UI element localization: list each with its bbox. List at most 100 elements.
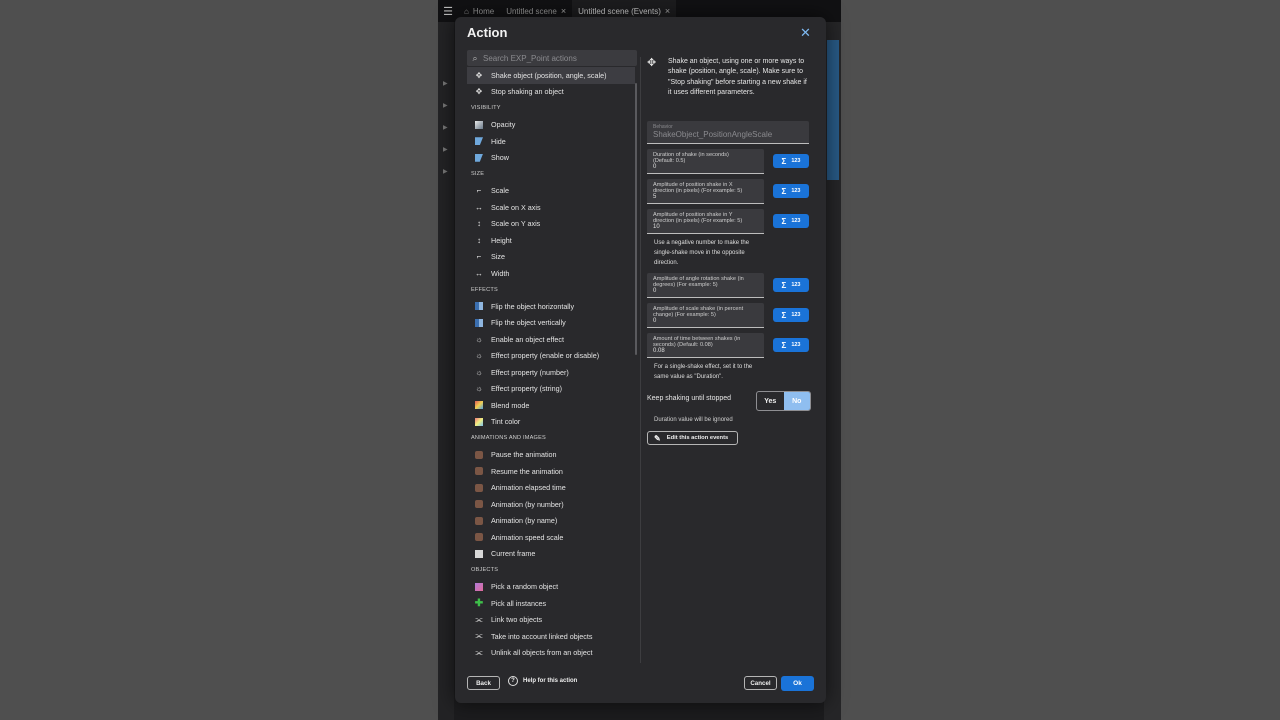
list-item[interactable]: ↔ Width [467, 265, 635, 282]
list-item[interactable]: ↕ Height [467, 232, 635, 249]
menu-icon[interactable]: ☰ [438, 5, 458, 18]
toggle-yes[interactable]: Yes [757, 392, 784, 410]
list-item[interactable]: ↔ Scale on X axis [467, 199, 635, 216]
list-item[interactable]: ⌐ Size [467, 249, 635, 266]
animation-icon [467, 467, 491, 476]
help-icon: ? [508, 676, 518, 686]
parameter-field[interactable]: Amount of time between shakes (in second… [647, 333, 764, 358]
close-icon[interactable]: ✕ [800, 25, 811, 41]
list-item-label: Blend mode [491, 400, 530, 410]
tint-icon [467, 417, 491, 426]
field-label: Amplitude of scale shake (in percent cha… [653, 306, 744, 318]
expression-editor-button[interactable]: Σ 123 [773, 184, 809, 198]
list-item[interactable]: Tint color [467, 414, 635, 431]
pick-random-icon [467, 582, 491, 591]
search-input[interactable]: ⌕ Search EXP_Point actions [467, 50, 637, 66]
parameter-field[interactable]: Amplitude of position shake in Y directi… [647, 209, 764, 234]
list-item[interactable]: Hide [467, 133, 635, 150]
back-button[interactable]: Back [467, 676, 500, 690]
expression-editor-button[interactable]: Σ 123 [773, 338, 809, 352]
sigma-icon: Σ [781, 340, 787, 350]
list-item[interactable]: Opacity [467, 117, 635, 134]
action-list[interactable]: ✥ Shake object (position, angle, scale) ✥ S… [467, 67, 635, 662]
edit-events-label: Edit this action events [666, 435, 729, 441]
chevron-right-icon[interactable]: ▶ [443, 124, 448, 131]
list-item[interactable]: ⫘ Unlink all objects from an object [467, 645, 635, 662]
panel-divider [640, 57, 641, 663]
chevron-right-icon[interactable]: ▶ [443, 168, 448, 175]
parameter-field[interactable]: Amplitude of scale shake (in percent cha… [647, 303, 764, 328]
pick-all-icon: ✚ [474, 597, 484, 609]
close-icon[interactable]: × [665, 6, 670, 16]
parameter-field[interactable]: Amplitude of position shake in X directi… [647, 179, 764, 204]
animation-icon [467, 516, 491, 525]
effect-icon: ☼ [475, 384, 483, 394]
chevron-right-icon[interactable]: ▶ [443, 146, 448, 153]
list-item[interactable]: Pause the animation [467, 447, 635, 464]
list-item[interactable]: ☼ Effect property (enable or disable) [467, 348, 635, 365]
expression-editor-button[interactable]: Σ 123 [773, 154, 809, 168]
expression-editor-button[interactable]: Σ 123 [773, 278, 809, 292]
keep-shaking-label: Keep shaking until stopped [647, 395, 732, 402]
list-item-label: Height [491, 235, 512, 245]
close-icon[interactable]: × [561, 6, 566, 16]
list-item[interactable]: Flip the object vertically [467, 315, 635, 332]
expression-button-label: 123 [791, 312, 801, 318]
chevron-right-icon[interactable]: ▶ [443, 102, 448, 109]
parameter-field[interactable]: Amplitude of angle rotation shake (in de… [647, 273, 764, 298]
list-item[interactable]: ⫘ Link two objects [467, 612, 635, 629]
keep-shaking-toggle[interactable]: Yes No [756, 391, 811, 411]
list-item-label: Link two objects [491, 615, 543, 625]
sigma-icon: Σ [781, 156, 787, 166]
field-value: 0.08 [653, 348, 665, 354]
list-item[interactable]: Current frame [467, 546, 635, 563]
list-item[interactable]: Resume the animation [467, 463, 635, 480]
list-item-label: Show [491, 153, 509, 163]
list-item[interactable]: Animation elapsed time [467, 480, 635, 497]
list-scrollbar[interactable] [635, 83, 637, 355]
list-item[interactable]: Pick a random object [467, 579, 635, 596]
list-item[interactable]: Animation (by number) [467, 496, 635, 513]
edit-action-events-button[interactable]: ✎ Edit this action events [647, 431, 738, 445]
list-item-label: Take into account linked objects [491, 631, 593, 641]
toggle-no[interactable]: No [783, 392, 810, 410]
ok-button[interactable]: Ok [781, 676, 814, 691]
cancel-button[interactable]: Cancel [744, 676, 777, 690]
list-item[interactable]: ✚ Pick all instances [467, 595, 635, 612]
list-item[interactable]: ☼ Enable an object effect [467, 331, 635, 348]
duration-ignored-note: Duration value will be ignored [654, 417, 733, 423]
list-item[interactable]: Show [467, 150, 635, 167]
list-item[interactable]: ↕ Scale on Y axis [467, 216, 635, 233]
list-item[interactable]: ✥ Stop shaking an object [467, 84, 635, 101]
pencil-icon: ✎ [654, 433, 661, 443]
list-item-label: Current frame [491, 549, 536, 559]
animation-icon [467, 483, 491, 492]
behavior-field[interactable]: Behavior ShakeObject_PositionAngleScale [647, 121, 809, 144]
list-item-label: Scale on Y axis [491, 219, 541, 229]
effect-icon: ☼ [475, 367, 483, 377]
list-item[interactable]: ☼ Effect property (string) [467, 381, 635, 398]
parameter-field[interactable]: Duration of shake (in seconds) (Default:… [647, 149, 764, 174]
expression-editor-button[interactable]: Σ 123 [773, 214, 809, 228]
section-header: SIZE [471, 171, 485, 178]
expression-editor-button[interactable]: Σ 123 [773, 308, 809, 322]
list-item-label: Hide [491, 136, 506, 146]
list-item-label: Scale [491, 186, 509, 196]
show-icon [467, 153, 491, 162]
help-link[interactable]: ? Help for this action [508, 676, 577, 686]
list-item[interactable]: Blend mode [467, 397, 635, 414]
list-item[interactable]: ☼ Effect property (number) [467, 364, 635, 381]
expression-button-label: 123 [791, 282, 801, 288]
list-item[interactable]: ⫘ Take into account linked objects [467, 628, 635, 645]
list-item-label: Size [491, 252, 505, 262]
expression-button-label: 123 [791, 218, 801, 224]
field-value: 5 [653, 194, 657, 200]
list-item[interactable]: Animation (by name) [467, 513, 635, 530]
resize-vertical-icon: ↕ [477, 235, 481, 245]
list-item[interactable]: ⌐ Scale [467, 183, 635, 200]
list-item[interactable]: Flip the object horizontally [467, 298, 635, 315]
list-item[interactable]: ✥ Shake object (position, angle, scale) [467, 67, 635, 84]
list-item[interactable]: Animation speed scale [467, 529, 635, 546]
event-highlight [827, 40, 839, 180]
chevron-right-icon[interactable]: ▶ [443, 80, 448, 87]
